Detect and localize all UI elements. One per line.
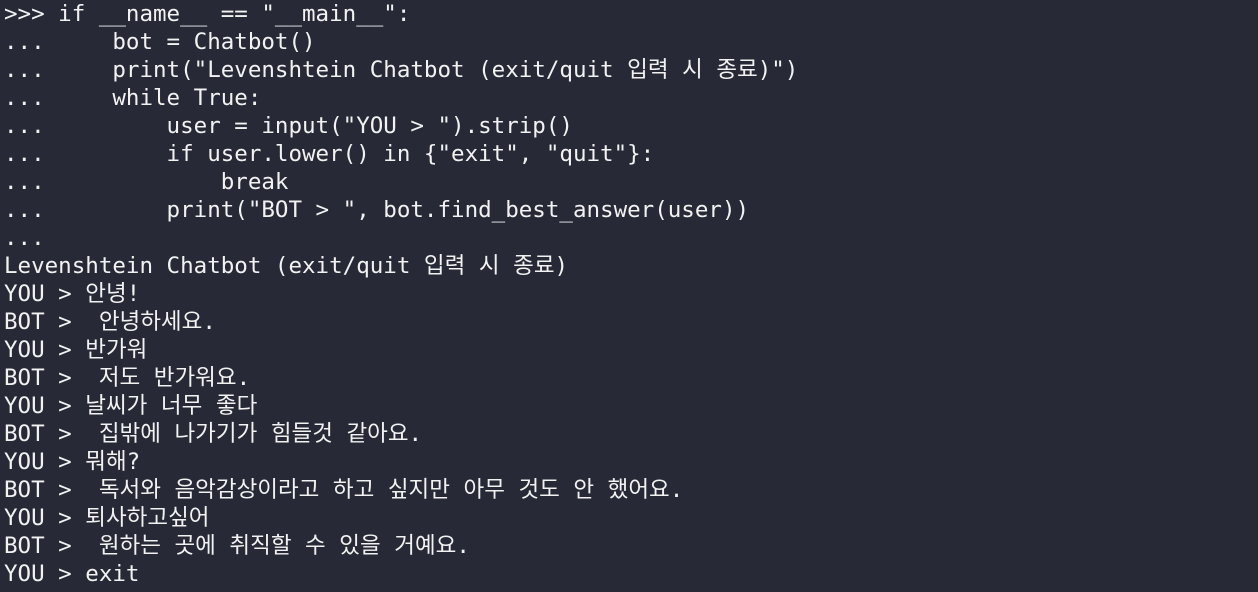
chat-line-bot: BOT > 저도 반가워요. (4, 365, 251, 391)
chat-line-user: YOU > 날씨가 너무 좋다 (4, 393, 258, 419)
chat-line-user: YOU > 뭐해? (4, 449, 141, 475)
chat-input-line[interactable]: YOU > exit (4, 560, 1258, 588)
chat-line-bot: BOT > 독서와 음악감상이라고 하고 싶지만 아무 것도 안 했어요. (4, 477, 684, 503)
chat-line-user: YOU > 안녕! (4, 281, 141, 307)
code-line-break: ... break (4, 169, 289, 195)
chat-line-bot: BOT > 집밖에 나가기가 힘들것 같아요. (4, 421, 423, 447)
chat-line-user: YOU > 퇴사하고싶어 (4, 505, 210, 531)
code-line-while: ... while True: (4, 85, 262, 111)
terminal-window[interactable]: >>> if __name__ == "__main__": ... bot =… (0, 0, 1258, 592)
code-line-if-main: >>> if __name__ == "__main__": (4, 1, 411, 27)
chat-line-user: YOU > 반가워 (4, 337, 148, 363)
code-line-bot-init: ... bot = Chatbot() (4, 29, 316, 55)
output-line-title: Levenshtein Chatbot (exit/quit 입력 시 종료) (4, 253, 569, 279)
chat-line-bot: BOT > 원하는 곳에 취직할 수 있을 거예요. (4, 533, 470, 559)
code-line-input: ... user = input("YOU > ").strip() (4, 113, 573, 139)
code-line-print-title: ... print("Levenshtein Chatbot (exit/qui… (4, 57, 799, 83)
code-line-print-bot: ... print("BOT > ", bot.find_best_answer… (4, 197, 750, 223)
chat-line-bot: BOT > 안녕하세요. (4, 309, 216, 335)
code-line-continuation: ... (4, 225, 45, 251)
current-input-text[interactable]: YOU > exit (4, 561, 139, 587)
code-line-if-exit: ... if user.lower() in {"exit", "quit"}: (4, 141, 655, 167)
